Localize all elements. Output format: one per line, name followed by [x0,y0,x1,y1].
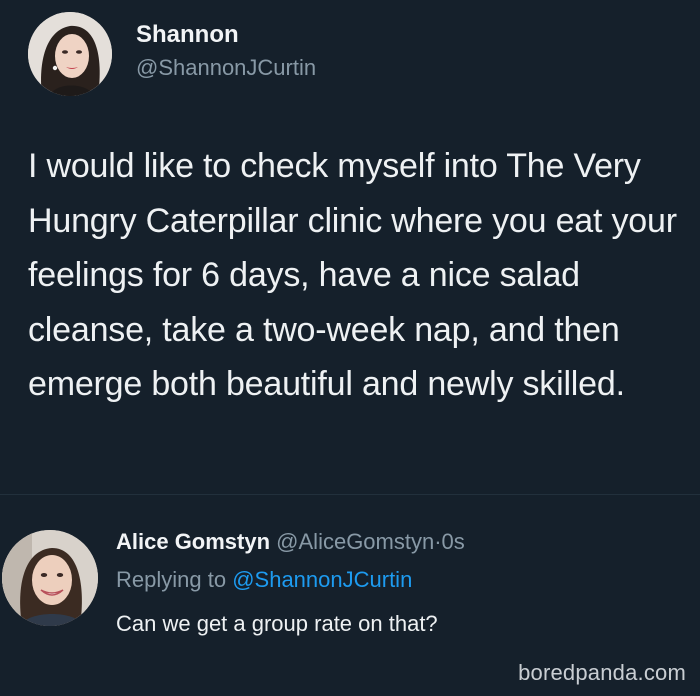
replying-to-handle-link[interactable]: @ShannonJCurtin [232,567,412,592]
reply-body: Alice Gomstyn @AliceGomstyn·0s Replying … [116,526,686,640]
avatar-photo-icon [2,530,98,626]
reply-author-handle[interactable]: @AliceGomstyn [276,529,434,554]
author-block: Shannon @ShannonJCurtin [136,20,316,83]
reply-text: Can we get a group rate on that? [116,611,438,636]
reply-author-name[interactable]: Alice Gomstyn [116,529,270,554]
avatar-photo-icon [28,12,112,96]
reply-timestamp[interactable]: 0s [442,529,465,554]
author-avatar[interactable] [28,12,112,96]
reply-author-avatar[interactable] [2,530,98,626]
author-display-name[interactable]: Shannon [136,20,316,50]
replying-to-label: Replying to [116,567,227,592]
divider [0,494,700,495]
meta-separator: · [434,529,442,554]
author-handle[interactable]: @ShannonJCurtin [136,53,316,83]
replying-to-line: Replying to @ShannonJCurtin [116,564,686,596]
tweet-text: I would like to check myself into The Ve… [28,147,677,403]
tweet-header: Shannon @ShannonJCurtin [28,12,316,96]
watermark: boredpanda.com [518,660,686,685]
reply-meta: Alice Gomstyn @AliceGomstyn·0s [116,526,686,558]
